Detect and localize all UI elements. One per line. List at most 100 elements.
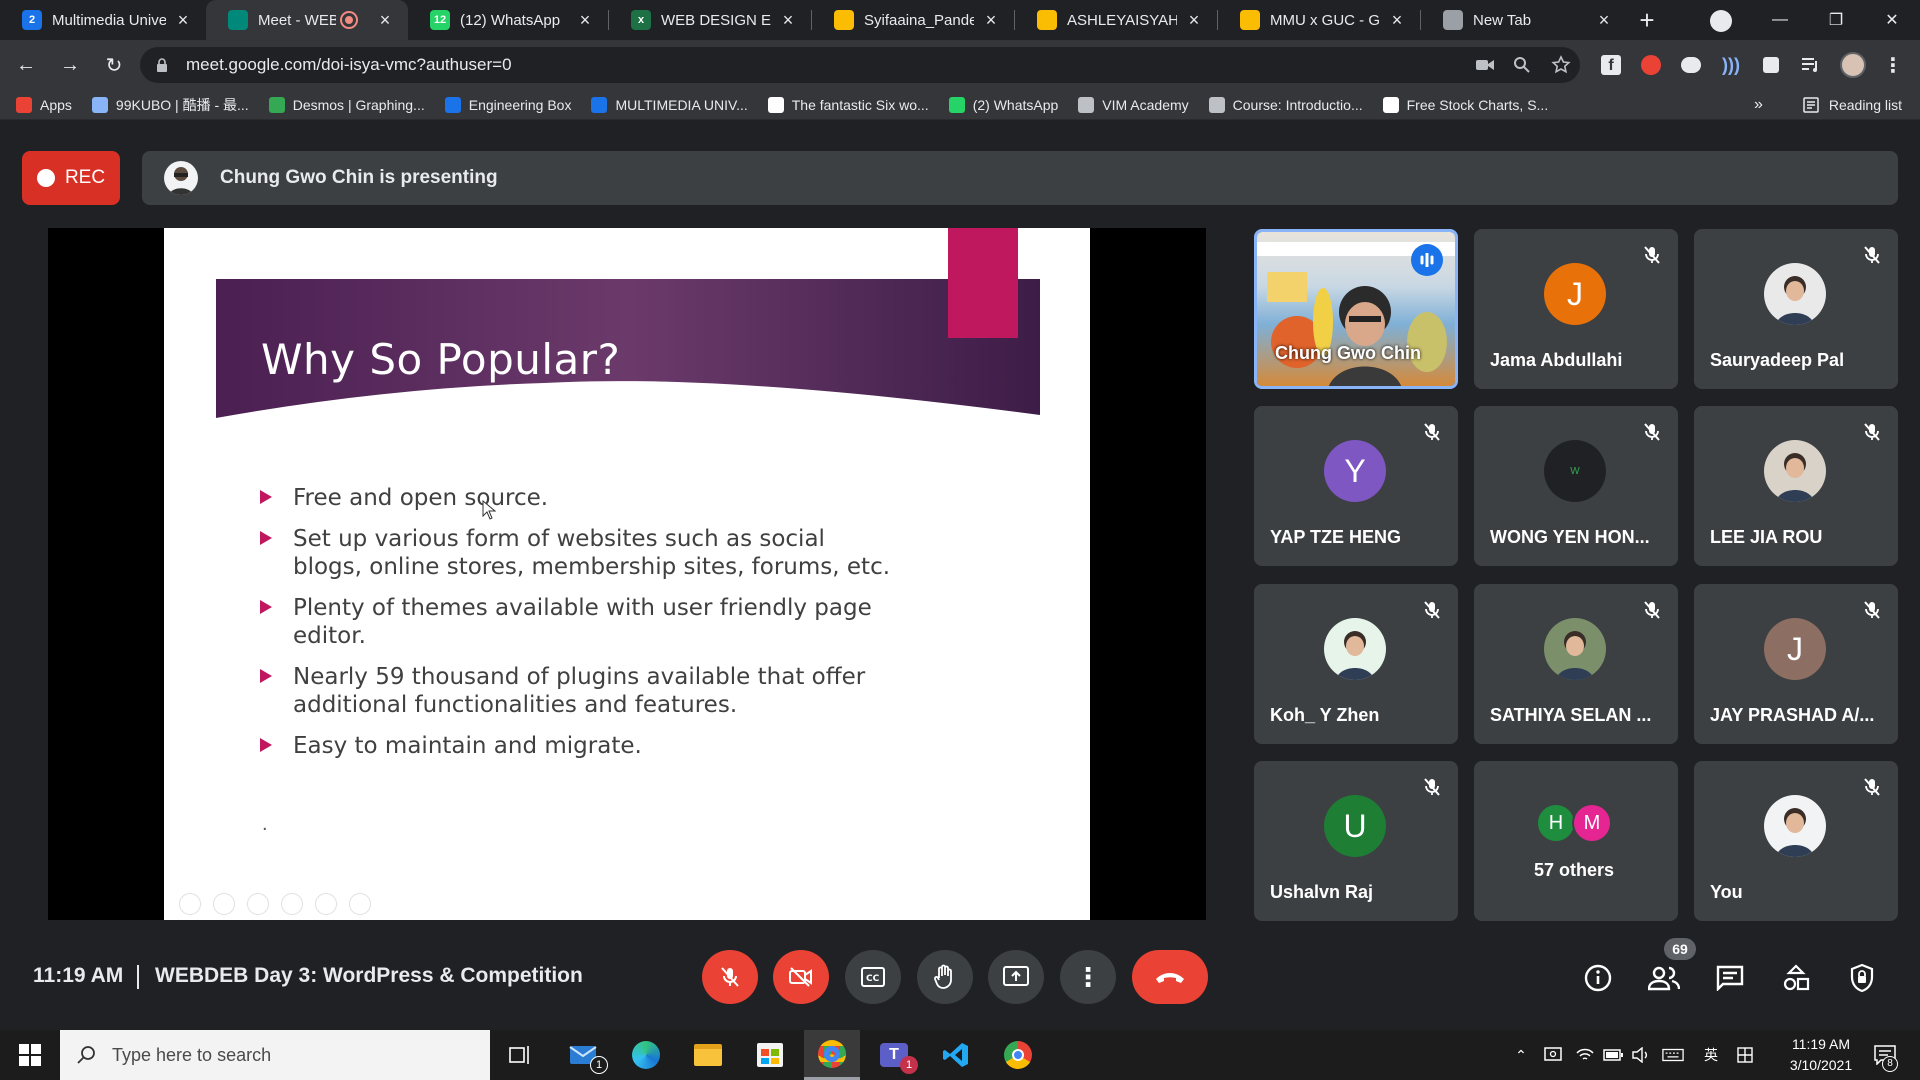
ime-mode-icon[interactable] [1734, 1044, 1756, 1066]
participant-tile[interactable]: W WONG YEN HON... [1474, 406, 1678, 566]
slide-pen-icon[interactable] [247, 893, 269, 915]
browser-tab[interactable]: Meet - WEBD × [206, 0, 408, 40]
notification-center-button[interactable]: 8 [1870, 1044, 1900, 1072]
participant-tile[interactable]: LEE JIA ROU [1694, 406, 1898, 566]
reading-list-button[interactable]: Reading list [1803, 90, 1902, 120]
activities-button[interactable] [1776, 958, 1816, 998]
show-hidden-icons[interactable]: ⌃ [1510, 1044, 1532, 1066]
tab-close-icon[interactable]: × [376, 11, 394, 29]
tab-close-icon[interactable]: × [1595, 11, 1613, 29]
restore-button[interactable]: ❐ [1808, 0, 1864, 40]
tab-close-icon[interactable]: × [1185, 11, 1203, 29]
zoom-icon[interactable] [1509, 52, 1535, 78]
tab-close-icon[interactable]: × [174, 11, 192, 29]
slide-zoom-icon[interactable] [315, 893, 337, 915]
captions-button[interactable]: CC [845, 950, 901, 1004]
taskbar-search-box[interactable]: Type here to search [60, 1030, 490, 1080]
device-icon[interactable] [1542, 1044, 1564, 1066]
bookmark-item[interactable]: Engineering Box [444, 96, 571, 113]
audio-extension-icon[interactable]: ))) [1718, 52, 1744, 78]
slide-next-icon[interactable] [213, 893, 235, 915]
browser-tab[interactable]: ASHLEYAISYAH_TI × [1015, 0, 1217, 40]
new-tab-button[interactable]: + [1627, 0, 1667, 40]
bookmark-item[interactable]: (2) WhatsApp [948, 96, 1058, 113]
bookmark-item[interactable]: Apps [16, 96, 72, 113]
bookmark-item[interactable]: 99KUBO | 酷播 - 最... [91, 95, 249, 115]
wechat-extension-icon[interactable] [1678, 52, 1704, 78]
tab-close-icon[interactable]: × [576, 11, 594, 29]
extensions-puzzle-icon[interactable] [1758, 52, 1784, 78]
camera-icon[interactable] [1472, 52, 1498, 78]
slide-more-icon[interactable] [349, 893, 371, 915]
system-clock[interactable]: 11:19 AM 3/10/2021 [1776, 1034, 1866, 1076]
taskbar-vscode-app[interactable] [928, 1030, 984, 1080]
tab-close-icon[interactable]: × [1388, 11, 1406, 29]
start-button[interactable] [0, 1030, 60, 1080]
participant-tile[interactable]: Koh_ Y Zhen [1254, 584, 1458, 744]
browser-tab[interactable]: 2 Multimedia Unive × [0, 0, 206, 40]
browser-tab[interactable]: MMU x GUC - Go × [1218, 0, 1420, 40]
tab-close-icon[interactable]: × [982, 11, 1000, 29]
bookmark-star-icon[interactable] [1548, 52, 1574, 78]
taskbar-mail-app[interactable]: 1 [556, 1030, 612, 1080]
keyboard-icon[interactable] [1662, 1044, 1684, 1066]
taskbar-teams-app[interactable]: T 1 [866, 1030, 922, 1080]
recording-indicator[interactable]: REC [22, 151, 120, 205]
taskbar-store-app[interactable] [742, 1030, 798, 1080]
taskbar-chrome-profile-app[interactable] [804, 1030, 860, 1080]
browser-tab[interactable]: New Tab × [1421, 0, 1627, 40]
bookmarks-overflow-button[interactable]: » [1754, 90, 1763, 120]
present-now-button[interactable] [988, 950, 1044, 1004]
bookmark-item[interactable]: The fantastic Six wo... [767, 96, 929, 113]
participant-tile[interactable]: U Ushalvn Raj [1254, 761, 1458, 921]
camera-off-button[interactable] [773, 950, 829, 1004]
microphone-off-button[interactable] [702, 950, 758, 1004]
taskbar-file-explorer[interactable] [680, 1030, 736, 1080]
profile-avatar[interactable] [1840, 52, 1866, 78]
participant-tile[interactable]: You [1694, 761, 1898, 921]
browser-tab[interactable]: x WEB DESIGN EVA × [609, 0, 811, 40]
slide-grid-icon[interactable] [281, 893, 303, 915]
mic-extension-icon[interactable] [1638, 52, 1664, 78]
bookmark-item[interactable]: MULTIMEDIA UNIV... [591, 96, 748, 113]
bookmark-item[interactable]: Free Stock Charts, S... [1382, 96, 1548, 113]
tab-close-icon[interactable]: × [779, 11, 797, 29]
people-button[interactable] [1644, 958, 1684, 998]
minimize-button[interactable]: — [1752, 0, 1808, 40]
participant-tile[interactable]: J Jama Abdullahi [1474, 229, 1678, 389]
volume-icon[interactable] [1630, 1044, 1652, 1066]
chat-button[interactable] [1710, 958, 1750, 998]
ime-language-indicator[interactable]: 英 [1700, 1044, 1722, 1066]
participant-tile[interactable]: Y YAP TZE HENG [1254, 406, 1458, 566]
facebook-extension-icon[interactable]: f [1598, 52, 1624, 78]
browser-menu-icon[interactable]: ⋮ [1880, 52, 1906, 78]
host-controls-button[interactable] [1842, 958, 1882, 998]
browser-tab[interactable]: 12 (12) WhatsApp × [408, 0, 608, 40]
participant-tile[interactable]: J JAY PRASHAD A/... [1694, 584, 1898, 744]
bookmark-item[interactable]: VIM Academy [1078, 96, 1189, 113]
raise-hand-button[interactable] [917, 950, 973, 1004]
participant-tile[interactable]: SATHIYA SELAN ... [1474, 584, 1678, 744]
forward-button[interactable]: → [52, 47, 88, 83]
slide-prev-icon[interactable] [179, 893, 201, 915]
network-icon[interactable] [1574, 1044, 1596, 1066]
participant-tile[interactable]: Chung Gwo Chin [1254, 229, 1458, 389]
media-controls-icon[interactable] [1798, 52, 1824, 78]
more-options-button[interactable]: ⋮ [1060, 950, 1116, 1004]
reload-button[interactable]: ↻ [96, 47, 132, 83]
browser-tab[interactable]: Syifaaina_Pandem × [812, 0, 1014, 40]
bookmark-item[interactable]: Desmos | Graphing... [268, 96, 425, 113]
back-button[interactable]: ← [8, 47, 44, 83]
task-view-button[interactable] [492, 1030, 548, 1080]
participant-tile[interactable]: H M 57 others [1474, 761, 1678, 921]
battery-icon[interactable] [1602, 1044, 1624, 1066]
tab-search-icon[interactable] [1710, 10, 1732, 32]
taskbar-chrome-app[interactable] [990, 1030, 1046, 1080]
meeting-details-button[interactable] [1578, 958, 1618, 998]
close-window-button[interactable]: ✕ [1864, 0, 1920, 40]
taskbar-edge-app[interactable] [618, 1030, 674, 1080]
bookmark-item[interactable]: Course: Introductio... [1208, 96, 1363, 113]
address-bar[interactable]: meet.google.com/doi-isya-vmc?authuser=0 [140, 47, 1580, 83]
participant-tile[interactable]: Sauryadeep Pal [1694, 229, 1898, 389]
leave-call-button[interactable] [1132, 950, 1208, 1004]
